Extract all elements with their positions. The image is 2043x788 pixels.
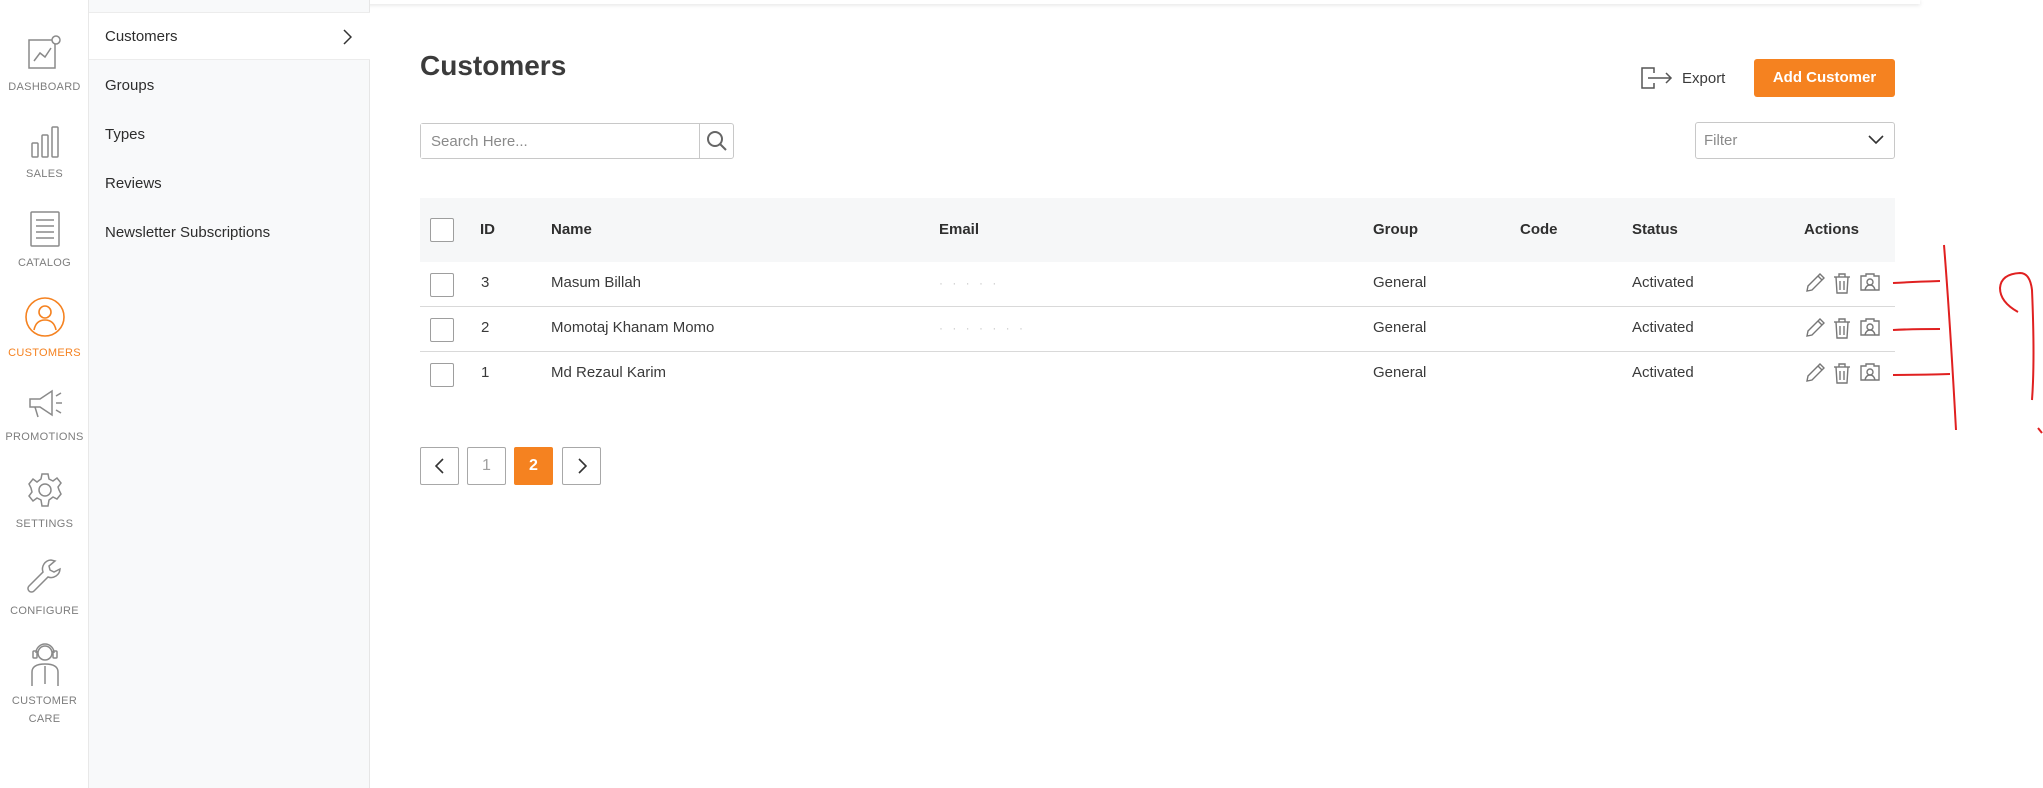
rail-label-dashboard: DASHBOARD xyxy=(8,81,81,93)
rail-label-configure: CONFIGURE xyxy=(10,605,79,617)
subnav-label-newsletter: Newsletter Subscriptions xyxy=(105,224,271,241)
subnav-label-customers: Customers xyxy=(105,28,178,45)
filter-dropdown[interactable]: Filter xyxy=(1695,122,1895,159)
subnav-item-newsletter-subscriptions[interactable]: Newsletter Subscriptions xyxy=(89,209,370,257)
login-as-customer-icon[interactable] xyxy=(1859,362,1881,384)
col-header-name[interactable]: Name xyxy=(551,221,592,238)
rail-item-customer-care[interactable]: CUSTOMER CARE xyxy=(0,640,89,728)
col-header-actions: Actions xyxy=(1804,221,1860,238)
export-button[interactable]: Export xyxy=(1640,62,1725,94)
gear-icon xyxy=(27,473,62,507)
search-input[interactable] xyxy=(421,124,699,158)
pagination-page-1[interactable]: 1 xyxy=(467,447,506,485)
search-box xyxy=(420,123,734,159)
rail-label-customer-care: CUSTOMER xyxy=(11,695,78,707)
megaphone-icon xyxy=(28,389,62,418)
red-annotation-marks xyxy=(1892,244,2043,434)
chevron-right-icon xyxy=(577,458,587,474)
search-icon xyxy=(706,131,727,151)
rail-label-sales: SALES xyxy=(26,168,63,180)
rail-item-customers[interactable]: CUSTOMERS xyxy=(0,296,89,362)
login-as-customer-icon[interactable] xyxy=(1859,272,1881,294)
delete-icon[interactable] xyxy=(1832,272,1852,294)
login-as-customer-icon[interactable] xyxy=(1859,317,1881,339)
chevron-right-icon xyxy=(343,29,352,45)
search-button[interactable] xyxy=(699,124,733,158)
table-row: 3 Masum Billah · · · · · General Activat… xyxy=(420,262,1895,307)
subnav-label-types: Types xyxy=(105,126,146,143)
redacted-email: · · · · · xyxy=(939,276,1000,290)
row-checkbox[interactable] xyxy=(430,273,454,297)
customers-subnav: Customers Groups Types Reviews Newslette… xyxy=(89,0,370,788)
rail-item-promotions[interactable]: PROMOTIONS xyxy=(0,386,89,446)
dashboard-icon xyxy=(27,35,61,69)
subnav-label-groups: Groups xyxy=(105,77,155,94)
rail-item-settings[interactable]: SETTINGS xyxy=(0,471,89,533)
rail-label-customers: CUSTOMERS xyxy=(8,347,81,359)
subnav-item-customers[interactable]: Customers xyxy=(89,12,370,60)
chevron-left-icon xyxy=(434,458,444,474)
subnav-item-groups[interactable]: Groups xyxy=(89,62,370,110)
add-customer-button[interactable]: Add Customer xyxy=(1754,59,1895,97)
customer-care-icon xyxy=(30,643,59,686)
export-icon xyxy=(1641,67,1673,89)
main-nav-rail: DASHBOARD SALES CATALOG CUSTOMERS PROMOT… xyxy=(0,0,89,788)
cell-name: Md Rezaul Karim xyxy=(551,364,667,381)
subnav-label-reviews: Reviews xyxy=(105,175,162,192)
pagination-next-button[interactable] xyxy=(562,447,601,485)
col-header-email[interactable]: Email xyxy=(939,221,979,238)
col-header-group[interactable]: Group xyxy=(1373,221,1418,238)
cell-name: Momotaj Khanam Momo xyxy=(551,319,715,336)
rail-label-catalog: CATALOG xyxy=(17,257,72,269)
edit-icon[interactable] xyxy=(1804,317,1826,339)
rail-item-configure[interactable]: CONFIGURE xyxy=(0,556,89,620)
rail-label-settings: SETTINGS xyxy=(15,518,74,530)
cell-name: Masum Billah xyxy=(551,274,642,291)
page-title: Customers xyxy=(420,50,567,81)
pagination-page-2[interactable]: 2 xyxy=(514,447,553,485)
rail-label-customer-care-2: CARE xyxy=(28,713,61,725)
customers-icon xyxy=(24,297,65,337)
cell-group: General xyxy=(1373,319,1427,336)
rail-label-promotions: PROMOTIONS xyxy=(5,431,84,443)
row-checkbox[interactable] xyxy=(430,318,454,342)
rail-item-catalog[interactable]: CATALOG xyxy=(0,210,89,272)
sales-icon xyxy=(30,126,59,158)
row-checkbox[interactable] xyxy=(430,363,454,387)
cell-status: Activated xyxy=(1632,274,1694,291)
table-header: ID Name Email Group Code Status Actions xyxy=(420,198,1895,262)
delete-icon[interactable] xyxy=(1832,317,1852,339)
table-row: 2 Momotaj Khanam Momo · · · · · · · Gene… xyxy=(420,307,1895,352)
col-header-code[interactable]: Code xyxy=(1520,221,1558,238)
wrench-icon xyxy=(26,559,61,593)
cell-group: General xyxy=(1373,274,1427,291)
chevron-down-icon xyxy=(1868,135,1884,145)
rail-item-dashboard[interactable]: DASHBOARD xyxy=(0,34,89,96)
select-all-checkbox[interactable] xyxy=(430,218,454,242)
delete-icon[interactable] xyxy=(1832,362,1852,384)
edit-icon[interactable] xyxy=(1804,272,1826,294)
table-row: 1 Md Rezaul Karim General Activated xyxy=(420,352,1895,397)
pagination-prev-button[interactable] xyxy=(420,447,459,485)
cell-id: 1 xyxy=(481,364,490,381)
filter-label: Filter xyxy=(1704,132,1738,149)
export-label: Export xyxy=(1682,69,1726,87)
cell-id: 2 xyxy=(481,319,490,336)
edit-icon[interactable] xyxy=(1804,362,1826,384)
subnav-item-types[interactable]: Types xyxy=(89,111,370,159)
col-header-id[interactable]: ID xyxy=(480,221,495,238)
cell-group: General xyxy=(1373,364,1427,381)
subnav-item-reviews[interactable]: Reviews xyxy=(89,160,370,208)
cell-id: 3 xyxy=(481,274,490,291)
cell-status: Activated xyxy=(1632,364,1694,381)
catalog-icon xyxy=(29,211,60,247)
rail-item-sales[interactable]: SALES xyxy=(0,125,89,183)
col-header-status[interactable]: Status xyxy=(1632,221,1678,238)
cell-status: Activated xyxy=(1632,319,1694,336)
redacted-email: · · · · · · · xyxy=(939,321,1026,335)
